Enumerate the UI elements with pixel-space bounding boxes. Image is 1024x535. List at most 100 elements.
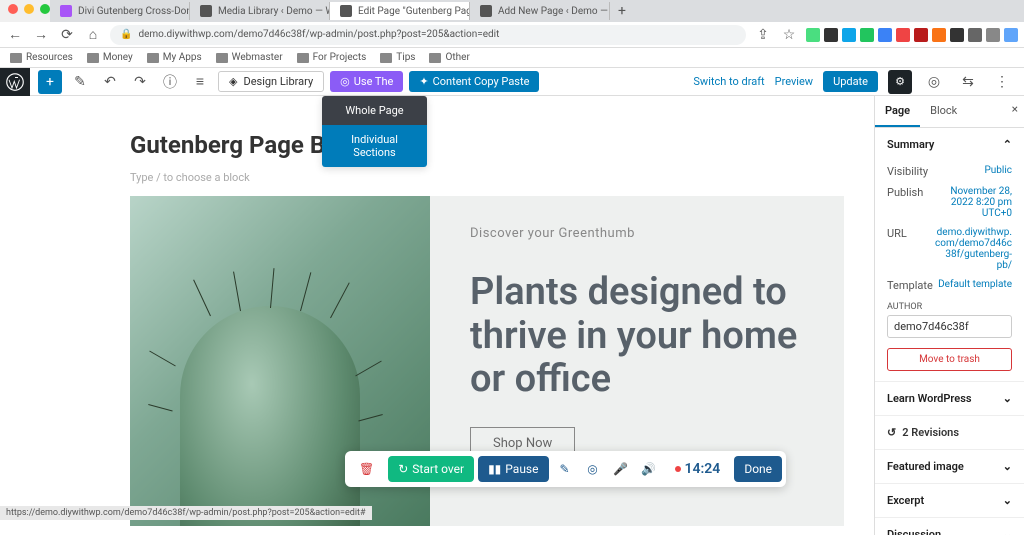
content-copy-paste-button[interactable]: ✦ Content Copy Paste: [409, 71, 539, 92]
outline-icon[interactable]: ≡: [188, 70, 212, 94]
page-title[interactable]: Gutenberg Page Builder: [130, 131, 844, 159]
use-the-button[interactable]: ◎ Use The: [330, 71, 403, 92]
ext-icon[interactable]: [932, 28, 946, 42]
window-controls: [8, 4, 50, 14]
home-button[interactable]: ⌂: [84, 26, 102, 44]
browser-tab[interactable]: Media Library ‹ Demo — Wor…×: [190, 2, 330, 20]
dropdown-item-whole-page[interactable]: Whole Page: [322, 96, 427, 125]
close-sidebar-icon[interactable]: ×: [1012, 102, 1018, 116]
browser-tab[interactable]: Edit Page "Gutenberg Page B…×: [330, 2, 470, 20]
screen-recorder-toolbar[interactable]: 🗑 ↻Start over ▮▮Pause ✎ ◎ 🎤 🔊 14:24 Done: [345, 451, 786, 487]
forward-button[interactable]: →: [32, 26, 50, 44]
visibility-label: Visibility: [887, 165, 928, 178]
ext-icon[interactable]: [1004, 28, 1018, 42]
ccp-dropdown: Whole Page Individual Sections: [322, 96, 427, 167]
redo-button[interactable]: ↷: [128, 70, 152, 94]
ext-icon[interactable]: [842, 28, 856, 42]
extra-icon[interactable]: ⇆: [956, 70, 980, 94]
bookmark-folder[interactable]: Other: [429, 52, 469, 63]
new-tab-button[interactable]: +: [610, 3, 634, 19]
edit-icon[interactable]: ✎: [68, 70, 92, 94]
panel-learn-wordpress[interactable]: Learn WordPress⌄: [875, 382, 1024, 415]
settings-icon[interactable]: ⚙: [888, 70, 912, 94]
hero-heading: Plants designed to thrive in your home o…: [470, 271, 804, 402]
url-value[interactable]: demo.diywithwp.com/demo7d46c38f/gutenber…: [932, 227, 1012, 271]
draw-icon[interactable]: ✎: [553, 456, 577, 482]
template-label: Template: [887, 279, 933, 292]
share-icon[interactable]: ⇪: [754, 26, 772, 44]
more-icon[interactable]: ⋮: [990, 70, 1014, 94]
panel-excerpt[interactable]: Excerpt⌄: [875, 484, 1024, 517]
bookmark-folder[interactable]: My Apps: [147, 52, 202, 63]
delete-recording-button[interactable]: 🗑: [349, 456, 384, 482]
mic-icon[interactable]: 🎤: [609, 456, 633, 482]
lock-icon: 🔒: [120, 29, 132, 40]
ext-icon[interactable]: [896, 28, 910, 42]
ext-icon[interactable]: [860, 28, 874, 42]
reload-button[interactable]: ⟳: [58, 26, 76, 44]
restart-icon: ↻: [398, 462, 408, 476]
wordpress-logo-icon[interactable]: [0, 68, 30, 96]
info-icon[interactable]: ⓘ: [158, 70, 182, 94]
bookmark-folder[interactable]: Resources: [10, 52, 73, 63]
author-label: AUTHOR: [887, 302, 1012, 312]
ext-icon[interactable]: [914, 28, 928, 42]
back-button[interactable]: ←: [6, 26, 24, 44]
start-over-button[interactable]: ↻Start over: [388, 456, 474, 482]
panel-featured-image[interactable]: Featured image⌄: [875, 450, 1024, 483]
done-button[interactable]: Done: [734, 456, 782, 482]
ext-icon[interactable]: [824, 28, 838, 42]
ext-icon[interactable]: [878, 28, 892, 42]
publish-value[interactable]: November 28, 2022 8:20 pm UTC+0: [932, 186, 1012, 219]
publish-label: Publish: [887, 186, 923, 219]
pause-icon: ▮▮: [488, 462, 501, 476]
paste-icon: ✦: [419, 75, 428, 88]
preview-button[interactable]: Preview: [775, 75, 813, 88]
ext-icon[interactable]: [968, 28, 982, 42]
undo-button[interactable]: ↶: [98, 70, 122, 94]
bookmarks-bar: Resources Money My Apps Webmaster For Pr…: [0, 48, 1024, 68]
chevron-up-icon: ⌃: [1003, 138, 1012, 151]
close-window-icon[interactable]: [8, 4, 18, 14]
switch-to-draft-button[interactable]: Switch to draft: [693, 75, 764, 88]
tab-page[interactable]: Page: [875, 96, 920, 127]
dropdown-item-individual-sections[interactable]: Individual Sections: [322, 125, 427, 167]
camera-icon[interactable]: ◎: [581, 456, 605, 482]
template-value[interactable]: Default template: [938, 279, 1012, 292]
divi-icon[interactable]: ◎: [922, 70, 946, 94]
update-button[interactable]: Update: [823, 71, 878, 92]
extension-icons: [806, 28, 1018, 42]
browser-tab[interactable]: Divi Gutenberg Cross-Domain×: [50, 2, 190, 20]
browser-tab[interactable]: Add New Page ‹ Demo — Wo…×: [470, 2, 610, 20]
design-library-button[interactable]: ◈ Design Library: [218, 71, 324, 92]
author-select[interactable]: demo7d46c38f: [887, 315, 1012, 338]
hero-eyebrow: Discover your Greenthumb: [470, 226, 804, 241]
history-icon: ↺: [887, 426, 896, 439]
chevron-down-icon: ⌄: [1003, 494, 1012, 507]
tab-block[interactable]: Block: [920, 96, 967, 127]
bookmark-folder[interactable]: For Projects: [297, 52, 367, 63]
visibility-value[interactable]: Public: [984, 165, 1012, 178]
add-block-button[interactable]: +: [38, 70, 62, 94]
maximize-window-icon[interactable]: [40, 4, 50, 14]
status-bar: https://demo.diywithwp.com/demo7d46c38f/…: [0, 506, 372, 520]
bookmark-folder[interactable]: Webmaster: [216, 52, 283, 63]
divi-icon: ◎: [340, 75, 350, 88]
block-placeholder[interactable]: Type / to choose a block: [130, 171, 844, 184]
audio-icon[interactable]: 🔊: [637, 456, 661, 482]
bookmark-folder[interactable]: Money: [87, 52, 133, 63]
ext-icon[interactable]: [986, 28, 1000, 42]
minimize-window-icon[interactable]: [24, 4, 34, 14]
panel-summary[interactable]: Summary⌃: [875, 128, 1024, 161]
address-bar[interactable]: 🔒 demo.diywithwp.com/demo7d46c38f/wp-adm…: [110, 25, 746, 45]
pause-button[interactable]: ▮▮Pause: [478, 456, 548, 482]
ext-icon[interactable]: [806, 28, 820, 42]
bookmark-folder[interactable]: Tips: [380, 52, 415, 63]
revisions-row[interactable]: ↺2 Revisions: [875, 416, 1024, 449]
move-to-trash-button[interactable]: Move to trash: [887, 348, 1012, 371]
editor-top-bar: + ✎ ↶ ↷ ⓘ ≡ ◈ Design Library ◎ Use The ✦…: [0, 68, 1024, 96]
panel-discussion[interactable]: Discussion⌄: [875, 518, 1024, 535]
chevron-down-icon: ⌄: [1003, 392, 1012, 405]
ext-icon[interactable]: [950, 28, 964, 42]
star-icon[interactable]: ☆: [780, 26, 798, 44]
